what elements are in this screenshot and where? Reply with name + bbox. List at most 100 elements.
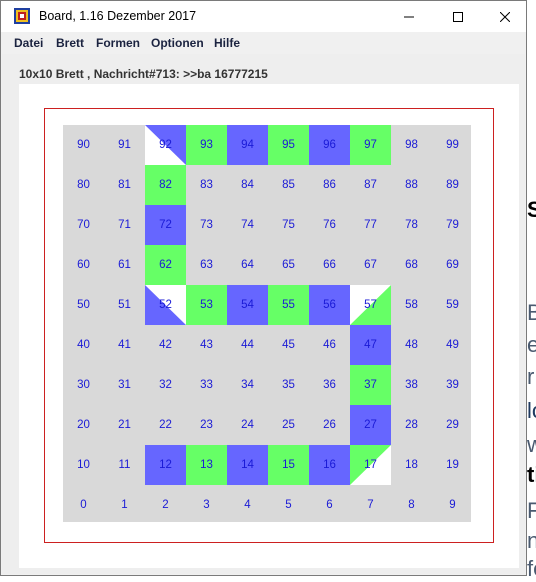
board-cell[interactable]: 53 bbox=[186, 285, 227, 325]
board-cell[interactable]: 17 bbox=[350, 445, 391, 485]
board-cell[interactable]: 61 bbox=[104, 245, 145, 285]
board-cell[interactable]: 73 bbox=[186, 205, 227, 245]
board-cell[interactable]: 7 bbox=[350, 485, 391, 525]
board-cell[interactable]: 38 bbox=[391, 365, 432, 405]
board-cell[interactable]: 91 bbox=[104, 125, 145, 165]
board-cell[interactable]: 76 bbox=[309, 205, 350, 245]
board-cell[interactable]: 19 bbox=[432, 445, 473, 485]
board-cell[interactable]: 58 bbox=[391, 285, 432, 325]
board-cell[interactable]: 31 bbox=[104, 365, 145, 405]
board-cell[interactable]: 8 bbox=[391, 485, 432, 525]
menu-optionen[interactable]: Optionen bbox=[151, 36, 204, 50]
board-cell[interactable]: 50 bbox=[63, 285, 104, 325]
board-cell[interactable]: 13 bbox=[186, 445, 227, 485]
board-cell[interactable]: 75 bbox=[268, 205, 309, 245]
board-cell[interactable]: 42 bbox=[145, 325, 186, 365]
board-cell[interactable]: 6 bbox=[309, 485, 350, 525]
maximize-button[interactable] bbox=[435, 1, 481, 32]
board-cell[interactable]: 83 bbox=[186, 165, 227, 205]
board-cell[interactable]: 90 bbox=[63, 125, 104, 165]
board-cell[interactable]: 35 bbox=[268, 365, 309, 405]
board-cell[interactable]: 86 bbox=[309, 165, 350, 205]
board-cell[interactable]: 68 bbox=[391, 245, 432, 285]
menu-formen[interactable]: Formen bbox=[96, 36, 140, 50]
title-bar[interactable]: Board, 1.16 Dezember 2017 bbox=[1, 1, 526, 32]
board-cell[interactable]: 56 bbox=[309, 285, 350, 325]
board-cell[interactable]: 95 bbox=[268, 125, 309, 165]
board-cell[interactable]: 29 bbox=[432, 405, 473, 445]
board-cell[interactable]: 15 bbox=[268, 445, 309, 485]
board-cell[interactable]: 41 bbox=[104, 325, 145, 365]
board-cell[interactable]: 36 bbox=[309, 365, 350, 405]
board-cell[interactable]: 26 bbox=[309, 405, 350, 445]
board-cell[interactable]: 93 bbox=[186, 125, 227, 165]
board-cell[interactable]: 10 bbox=[63, 445, 104, 485]
board-cell[interactable]: 2 bbox=[145, 485, 186, 525]
minimize-button[interactable] bbox=[386, 1, 432, 32]
board-cell[interactable]: 78 bbox=[391, 205, 432, 245]
board-cell[interactable]: 32 bbox=[145, 365, 186, 405]
board-cell[interactable]: 80 bbox=[63, 165, 104, 205]
board-cell[interactable]: 54 bbox=[227, 285, 268, 325]
board-cell[interactable]: 82 bbox=[145, 165, 186, 205]
board-cell[interactable]: 16 bbox=[309, 445, 350, 485]
board-cell[interactable]: 81 bbox=[104, 165, 145, 205]
board-cell[interactable]: 74 bbox=[227, 205, 268, 245]
board-cell[interactable]: 64 bbox=[227, 245, 268, 285]
board-cell[interactable]: 92 bbox=[145, 125, 186, 165]
board-cell[interactable]: 77 bbox=[350, 205, 391, 245]
board-cell[interactable]: 1 bbox=[104, 485, 145, 525]
board-cell[interactable]: 96 bbox=[309, 125, 350, 165]
board-cell[interactable]: 27 bbox=[350, 405, 391, 445]
board-grid[interactable]: 90 91 92 93 94 95 96 97 98 99 80 81 82 83 84 85 86 87 88 89… bbox=[63, 125, 471, 522]
board-cell[interactable]: 11 bbox=[104, 445, 145, 485]
board-cell[interactable]: 5 bbox=[268, 485, 309, 525]
board-cell[interactable]: 47 bbox=[350, 325, 391, 365]
board-cell[interactable]: 44 bbox=[227, 325, 268, 365]
board-cell[interactable]: 14 bbox=[227, 445, 268, 485]
board-cell[interactable]: 4 bbox=[227, 485, 268, 525]
board-cell[interactable]: 87 bbox=[350, 165, 391, 205]
board-cell[interactable]: 37 bbox=[350, 365, 391, 405]
board-cell[interactable]: 89 bbox=[432, 165, 473, 205]
board-cell[interactable]: 48 bbox=[391, 325, 432, 365]
board-cell[interactable]: 72 bbox=[145, 205, 186, 245]
board-cell[interactable]: 33 bbox=[186, 365, 227, 405]
board-cell[interactable]: 30 bbox=[63, 365, 104, 405]
board-cell[interactable]: 22 bbox=[145, 405, 186, 445]
board-cell[interactable]: 69 bbox=[432, 245, 473, 285]
menu-hilfe[interactable]: Hilfe bbox=[214, 36, 240, 50]
board-cell[interactable]: 12 bbox=[145, 445, 186, 485]
board-cell[interactable]: 71 bbox=[104, 205, 145, 245]
board-cell[interactable]: 85 bbox=[268, 165, 309, 205]
board-cell[interactable]: 70 bbox=[63, 205, 104, 245]
board-cell[interactable]: 0 bbox=[63, 485, 104, 525]
board-cell[interactable]: 25 bbox=[268, 405, 309, 445]
board-cell[interactable]: 94 bbox=[227, 125, 268, 165]
board-cell[interactable]: 3 bbox=[186, 485, 227, 525]
board-cell[interactable]: 18 bbox=[391, 445, 432, 485]
board-cell[interactable]: 63 bbox=[186, 245, 227, 285]
board-cell[interactable]: 43 bbox=[186, 325, 227, 365]
board-cell[interactable]: 51 bbox=[104, 285, 145, 325]
board-cell[interactable]: 28 bbox=[391, 405, 432, 445]
board-cell[interactable]: 79 bbox=[432, 205, 473, 245]
board-cell[interactable]: 98 bbox=[391, 125, 432, 165]
close-button[interactable] bbox=[482, 1, 528, 32]
board-cell[interactable]: 46 bbox=[309, 325, 350, 365]
board-cell[interactable]: 67 bbox=[350, 245, 391, 285]
board-cell[interactable]: 88 bbox=[391, 165, 432, 205]
board-cell[interactable]: 57 bbox=[350, 285, 391, 325]
board-canvas[interactable]: 90 91 92 93 94 95 96 97 98 99 80 81 82 83 84 85 86 87 88 89… bbox=[19, 84, 519, 568]
board-cell[interactable]: 55 bbox=[268, 285, 309, 325]
board-cell[interactable]: 59 bbox=[432, 285, 473, 325]
board-cell[interactable]: 9 bbox=[432, 485, 473, 525]
board-cell[interactable]: 60 bbox=[63, 245, 104, 285]
board-cell[interactable]: 52 bbox=[145, 285, 186, 325]
board-cell[interactable]: 99 bbox=[432, 125, 473, 165]
board-cell[interactable]: 97 bbox=[350, 125, 391, 165]
menu-brett[interactable]: Brett bbox=[56, 36, 84, 50]
board-cell[interactable]: 20 bbox=[63, 405, 104, 445]
board-cell[interactable]: 84 bbox=[227, 165, 268, 205]
board-cell[interactable]: 65 bbox=[268, 245, 309, 285]
